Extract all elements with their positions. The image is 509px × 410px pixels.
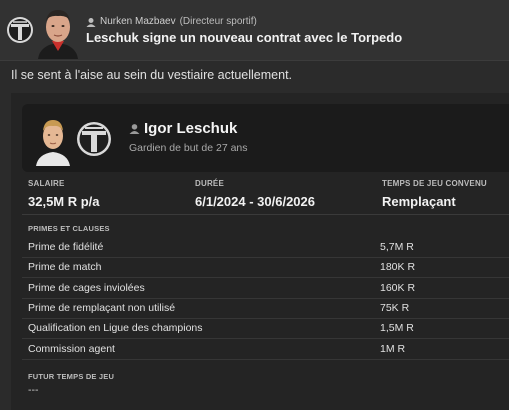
player-name[interactable]: Igor Leschuk — [129, 120, 237, 137]
bonus-row: Prime de fidélité 5,7M R — [22, 238, 509, 258]
person-icon — [86, 17, 96, 27]
bonus-amount: 1,5M R — [380, 322, 414, 335]
player-name-text[interactable]: Igor Leschuk — [144, 120, 237, 137]
sender-name[interactable]: Nurken Mazbaev — [100, 16, 176, 27]
bonus-amount: 180K R — [380, 261, 416, 274]
bonuses-section-label: PRIMES ET CLAUSES — [28, 224, 110, 233]
bonus-row: Prime de remplaçant non utilisé 75K R — [22, 299, 509, 319]
bonus-name: Prime de remplaçant non utilisé — [28, 301, 176, 314]
duration-label: DURÉE — [195, 179, 225, 188]
bonus-name: Qualification en Ligue des champions — [28, 322, 203, 335]
divider — [22, 214, 509, 215]
bonus-row: Commission agent 1M R — [22, 340, 509, 360]
playtime-value: Remplaçant — [382, 194, 456, 209]
duration-value: 6/1/2024 - 30/6/2026 — [195, 194, 315, 209]
person-icon — [129, 124, 140, 134]
bonus-name: Prime de cages inviolées — [28, 281, 145, 294]
bonus-name: Prime de fidélité — [28, 241, 104, 253]
salary-label: SALAIRE — [28, 179, 65, 188]
player-avatar[interactable] — [34, 112, 72, 166]
bonus-amount: 1M R — [380, 342, 406, 355]
bonus-name: Prime de match — [28, 261, 102, 274]
bonus-amount: 160K R — [380, 281, 416, 294]
bonus-row: Prime de cages inviolées 160K R — [22, 279, 509, 299]
future-playtime-label: FUTUR TEMPS DE JEU — [28, 372, 115, 381]
torpedo-crest-icon[interactable] — [6, 15, 34, 45]
bonus-row: Qualification en Ligue des champions 1,5M… — [22, 319, 509, 340]
playtime-label: TEMPS DE JEU CONVENU — [382, 179, 487, 188]
bonus-name: Commission agent — [28, 342, 115, 355]
bonus-amount: 75K R — [380, 301, 410, 314]
salary-value: 32,5M R p/a — [28, 194, 100, 209]
bonus-amount: 5,7M R — [380, 241, 414, 253]
sender-role: (Directeur sportif) — [179, 16, 257, 27]
intro-text: Il se sent à l'aise au sein du vestiaire… — [11, 68, 293, 82]
news-headline: Leschuk signe un nouveau contrat avec le… — [86, 30, 403, 45]
news-header: Nurken Mazbaev (Directeur sportif) Lesch… — [0, 0, 509, 61]
row-divider — [22, 358, 509, 360]
sender-info: Nurken Mazbaev (Directeur sportif) — [86, 16, 257, 27]
future-playtime-value: --- — [28, 384, 39, 396]
bonus-row: Prime de match 180K R — [22, 258, 509, 279]
sender-avatar[interactable] — [34, 5, 82, 59]
player-description: Gardien de but de 27 ans — [129, 142, 248, 154]
torpedo-crest-icon[interactable] — [76, 120, 112, 158]
